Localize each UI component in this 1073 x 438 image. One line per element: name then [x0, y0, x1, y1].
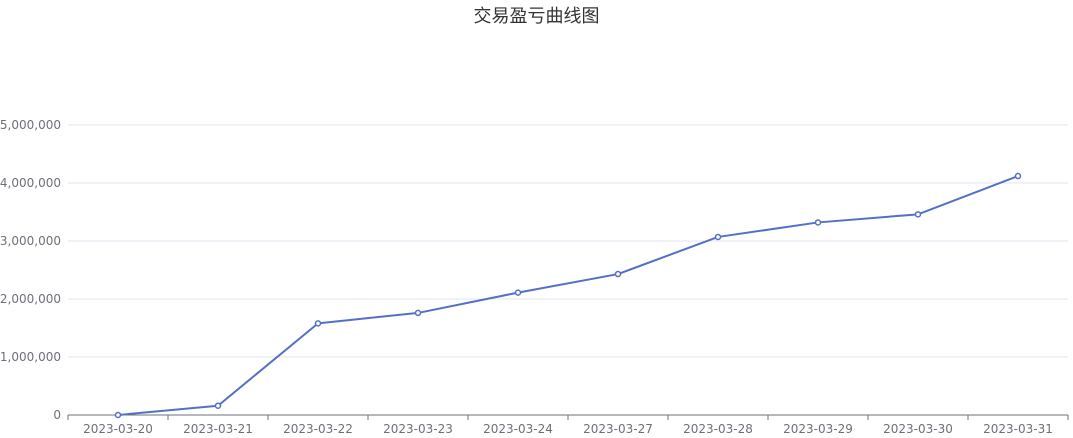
y-tick-label: 0: [53, 408, 61, 422]
x-tick-label: 2023-03-22: [283, 422, 353, 436]
x-tick-label: 2023-03-20: [83, 422, 153, 436]
data-point: [414, 309, 422, 317]
y-tick-label: 4,000,000: [0, 176, 61, 190]
data-point: [714, 233, 722, 241]
line-chart: 0 1,000,000 2,000,000 3,000,000 4,000,000 5,0…: [0, 118, 1069, 436]
x-tick-label: 2023-03-28: [683, 422, 753, 436]
x-tick-label: 2023-03-29: [783, 422, 853, 436]
data-point: [814, 219, 822, 226]
y-axis-tick-labels: 0 1,000,000 2,000,000 3,000,000 4,000,000 5,0…: [0, 118, 61, 422]
x-tick-label: 2023-03-23: [383, 422, 453, 436]
x-tick-label: 2023-03-30: [883, 422, 953, 436]
series-line: [117, 175, 1019, 416]
data-point: [614, 270, 622, 278]
data-point: [214, 402, 222, 409]
x-axis-tick-labels: 2023-03-20 2023-03-21 2023-03-22 2023-03-23…: [83, 422, 1053, 436]
x-axis: [67, 414, 1069, 420]
data-point: [914, 211, 922, 218]
data-point: [1014, 172, 1022, 180]
y-tick-label: 3,000,000: [0, 234, 61, 248]
series-layer: [114, 172, 1022, 419]
x-tick-label: 2023-03-27: [583, 422, 653, 436]
x-tick-label: 2023-03-31: [983, 422, 1053, 436]
y-tick-label: 1,000,000: [0, 350, 61, 364]
x-tick-label: 2023-03-21: [183, 422, 253, 436]
x-tick-label: 2023-03-24: [483, 422, 553, 436]
y-tick-label: 5,000,000: [0, 118, 61, 132]
grid-lines: [68, 124, 1068, 358]
data-point: [114, 411, 122, 419]
data-point: [314, 320, 322, 327]
data-point: [514, 289, 522, 296]
y-tick-label: 2,000,000: [0, 292, 61, 306]
